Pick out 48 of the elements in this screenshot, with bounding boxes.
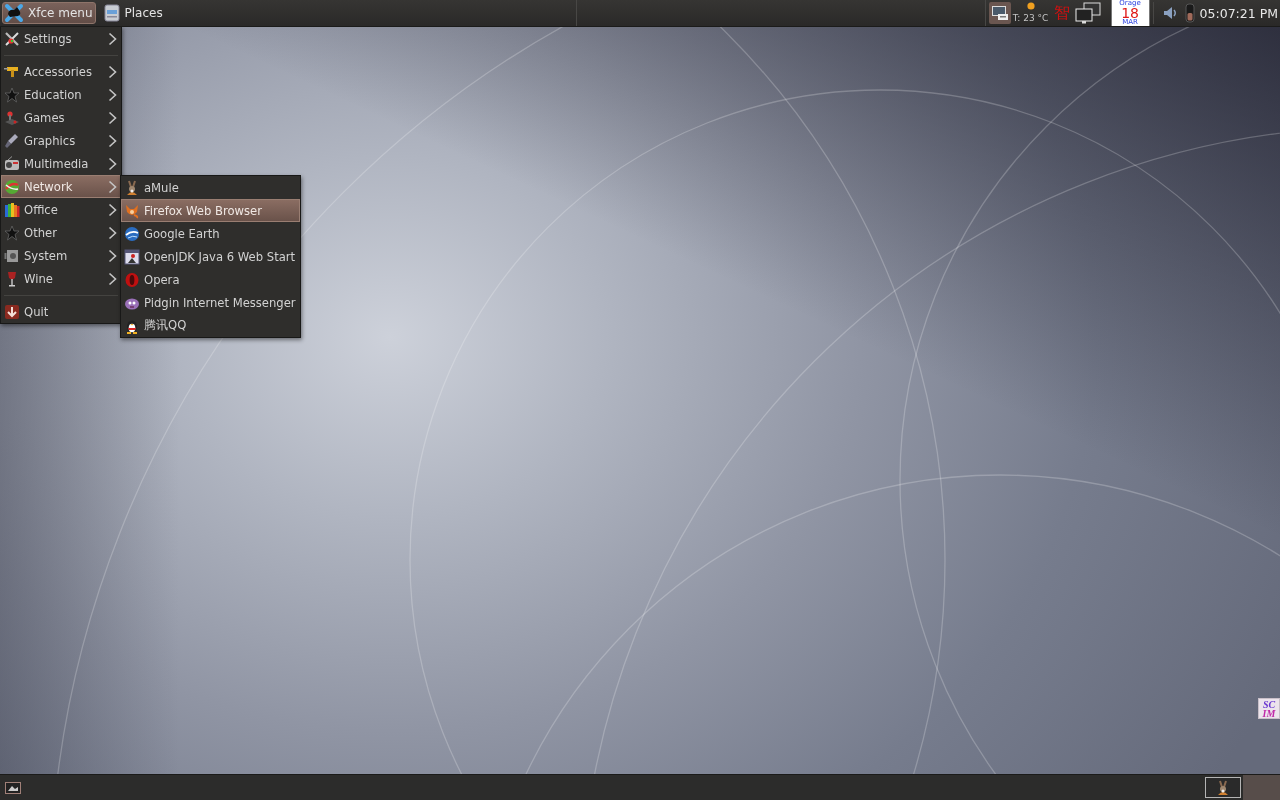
menu-item[interactable]: 腾讯QQ [121, 314, 300, 337]
sun-icon [1026, 2, 1035, 10]
menu-item[interactable]: OpenJDK Java 6 Web Start [121, 245, 300, 268]
show-desktop-icon[interactable] [5, 781, 21, 794]
menu-item[interactable]: Network [1, 175, 121, 198]
calendar-day: 18 [1121, 7, 1139, 19]
battery-icon[interactable] [1184, 3, 1195, 23]
menu-item[interactable]: System [1, 244, 121, 267]
input-method-logo[interactable]: SC IM [1258, 698, 1280, 719]
taskbar-button[interactable] [1205, 777, 1241, 798]
menu-item[interactable]: Office [1, 198, 121, 221]
joystick-icon [4, 109, 20, 126]
paintbrush-icon [4, 132, 20, 149]
menu-item[interactable]: Pidgin Internet Messenger [121, 291, 300, 314]
sphere-icon [4, 178, 20, 195]
menu-item[interactable]: Multimedia [1, 152, 121, 175]
menu-item[interactable]: Settings [1, 27, 121, 50]
star-icon [4, 224, 20, 241]
speaker-icon[interactable] [1162, 6, 1177, 20]
menu-item[interactable]: Quit [1, 300, 121, 323]
menu-item[interactable]: Other [1, 221, 121, 244]
down-arrow-icon [4, 303, 20, 320]
ring-icon [124, 271, 140, 288]
computer-icon[interactable] [988, 2, 1011, 24]
menu-button[interactable]: Xfce menu [2, 2, 96, 24]
monitors-icon[interactable] [1074, 2, 1101, 24]
clock: 05:07:21 PM [1199, 5, 1278, 21]
radio-icon [4, 155, 20, 172]
books-icon [4, 201, 20, 218]
menu-item[interactable]: aMule [121, 176, 300, 199]
fox-icon [124, 202, 140, 219]
star-icon [4, 86, 20, 103]
menu-item[interactable]: Opera [121, 268, 300, 291]
places-button[interactable]: Places [100, 2, 166, 24]
menu-item[interactable]: Firefox Web Browser [121, 199, 300, 222]
menu-item[interactable]: Accessories [1, 60, 121, 83]
menu-item[interactable]: Graphics [1, 129, 121, 152]
menu-item[interactable]: Google Earth [121, 222, 300, 245]
drive-icon [102, 4, 121, 22]
globe-icon [124, 225, 140, 242]
tools-icon [4, 30, 20, 47]
menu-item[interactable]: Education [1, 83, 121, 106]
menu-item[interactable]: Games [1, 106, 121, 129]
temperature-label: T: 23 °C [1012, 13, 1049, 24]
logo-icon [4, 3, 24, 23]
applet-window-icon [124, 248, 140, 265]
drive-icon [4, 247, 20, 264]
menu-item[interactable]: Wine [1, 267, 121, 290]
